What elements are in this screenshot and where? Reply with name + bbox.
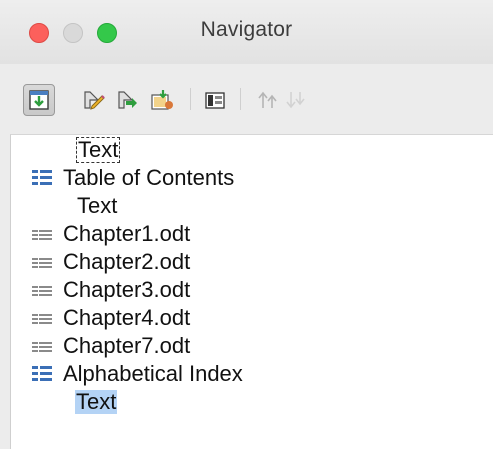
tree-item-table-of-contents[interactable]: Table of Contents [31, 165, 234, 191]
tree-item-label: Alphabetical Index [63, 361, 243, 386]
title-bar: Navigator [0, 0, 493, 64]
link-section-icon [32, 230, 52, 240]
link-section-icon [32, 258, 52, 268]
navigator-tree[interactable]: Text Table of Contents Text Chapter1.odt… [10, 134, 493, 449]
save-contents-button[interactable] [199, 84, 231, 116]
index-icon [32, 170, 52, 185]
tree-item-label: Chapter2.odt [63, 249, 191, 274]
tree-item[interactable]: Text [75, 137, 121, 163]
tree-item-chapter2[interactable]: Chapter2.odt [31, 249, 190, 275]
insert-button[interactable] [146, 84, 178, 116]
promote-chapter-button[interactable] [78, 84, 110, 116]
promote-chapter-icon [84, 91, 105, 110]
link-section-icon [32, 342, 52, 352]
tree-item-chapter7[interactable]: Chapter7.odt [31, 333, 190, 359]
insert-icon [151, 90, 173, 110]
demote-chapter-button[interactable] [112, 84, 144, 116]
tree-item-chapter1[interactable]: Chapter1.odt [31, 221, 190, 247]
tree-item-label: Text [75, 389, 118, 414]
tree-item-label: Text [75, 137, 121, 163]
content-navigation-view-icon [29, 90, 49, 110]
index-icon [32, 366, 52, 381]
tree-item[interactable]: Text [77, 193, 117, 219]
demote-chapter-icon [118, 91, 137, 109]
content-navigation-view-button[interactable] [23, 84, 55, 116]
tree-item-label: Text [77, 193, 118, 218]
link-section-icon [32, 286, 52, 296]
tree-item-chapter3[interactable]: Chapter3.odt [31, 277, 190, 303]
move-up-icon [258, 91, 277, 108]
move-down-icon [286, 92, 305, 109]
tree-item-alphabetical-index[interactable]: Alphabetical Index [31, 361, 243, 387]
move-down-button[interactable] [280, 84, 312, 116]
save-contents-icon [205, 92, 225, 109]
tree-item-label: Chapter1.odt [63, 221, 191, 246]
link-section-icon [32, 314, 52, 324]
tree-item-label: Chapter3.odt [63, 277, 191, 302]
tree-item-label: Chapter4.odt [63, 305, 191, 330]
tree-item-chapter4[interactable]: Chapter4.odt [31, 305, 190, 331]
tree-item-label: Chapter7.odt [63, 333, 191, 358]
tree-item-selected[interactable]: Text [75, 389, 118, 415]
tree-item-label: Table of Contents [63, 165, 235, 190]
navigator-toolbar [0, 64, 493, 134]
window-title: Navigator [200, 18, 293, 41]
